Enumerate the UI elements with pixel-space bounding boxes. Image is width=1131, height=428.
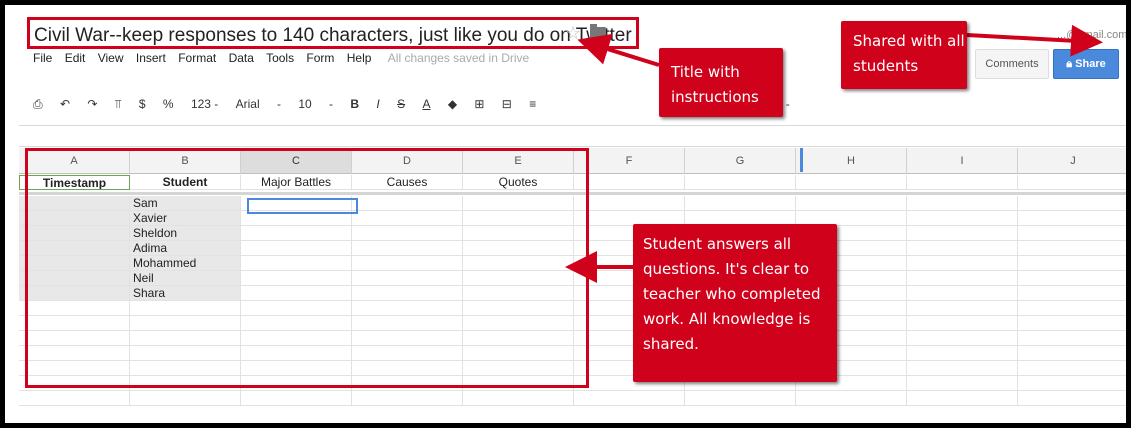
callout-title-instructions: Title with instructions: [659, 48, 783, 117]
callout-student-answers: Student answers all questions. It's clea…: [633, 224, 837, 382]
callout-shared-students: Shared with all students: [841, 21, 967, 89]
spreadsheet-window: Civil War--keep responses to 140 charact…: [5, 5, 1126, 423]
